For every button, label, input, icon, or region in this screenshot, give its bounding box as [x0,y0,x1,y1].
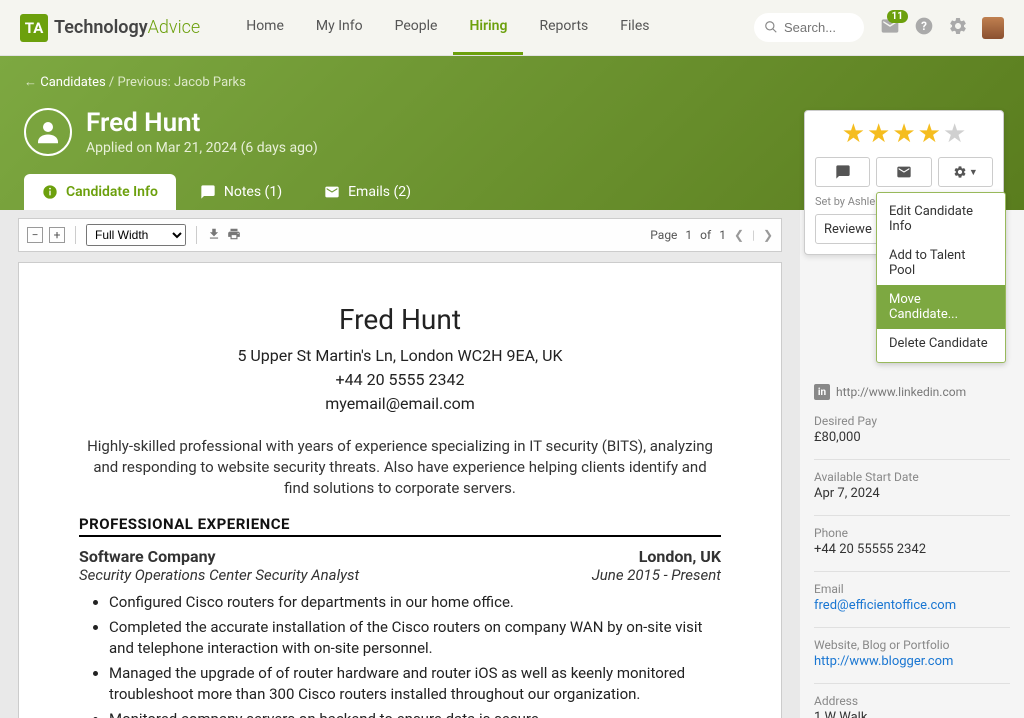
info-icon [42,184,58,200]
pdf-toolbar: − + Full Width Page 1 of 1 ❮ | ❯ [18,218,782,252]
resume-job-title: Security Operations Center Security Anal… [79,566,359,584]
star-3[interactable]: ★ [892,121,915,147]
resume-job-company: Software Company [79,547,216,566]
next-page-icon[interactable]: ❯ [763,228,773,242]
star-5[interactable]: ★ [943,121,966,147]
resume-name: Fred Hunt [79,303,721,336]
breadcrumb: ← Candidates / Previous: Jacob Parks [24,74,1000,90]
resume-document: Fred Hunt 5 Upper St Martin's Ln, London… [18,262,782,718]
tab-emails[interactable]: Emails (2) [306,174,429,210]
zoom-select[interactable]: Full Width [86,224,186,246]
linkedin-link[interactable]: http://www.linkedin.com [836,385,966,399]
resume-bullet: Managed the upgrade of of router hardwar… [109,663,721,705]
resume-bullet: Completed the accurate installation of t… [109,617,721,659]
availability-value: Apr 7, 2024 [814,486,1010,501]
comment-icon [200,184,216,200]
menu-add-talent-pool[interactable]: Add to Talent Pool [877,241,1005,285]
top-icons: 11 ? [880,16,1004,40]
tab-candidate-info[interactable]: Candidate Info [24,174,176,210]
address-line1: 1 W Walk [814,710,1010,718]
nav-reports[interactable]: Reports [523,0,604,55]
resume-job-dates: June 2015 - Present [592,566,721,584]
nav-links: Home My Info People Hiring Reports Files [230,0,665,55]
tab-notes[interactable]: Notes (1) [182,174,300,210]
zoom-out-button[interactable]: − [27,227,43,243]
nav-home[interactable]: Home [230,0,300,55]
star-2[interactable]: ★ [867,121,890,147]
page-total: 1 [719,228,726,242]
email-label: Email [814,582,1010,596]
tab-notes-label: Notes (1) [224,184,282,200]
svg-text:?: ? [921,19,927,33]
resume-section-heading: PROFESSIONAL EXPERIENCE [79,515,721,537]
logo-icon: TA [20,14,48,42]
linkedin-icon: in [814,384,830,400]
nav-files[interactable]: Files [604,0,665,55]
address-label: Address [814,694,1010,708]
page-of: of [700,228,711,242]
nav-people[interactable]: People [379,0,454,55]
gear-icon[interactable] [948,16,968,40]
candidate-actions-menu: Edit Candidate Info Add to Talent Pool M… [876,192,1006,363]
candidate-applied: Applied on Mar 21, 2024 (6 days ago) [86,140,318,156]
resume-bullet: Configured Cisco routers for departments… [109,592,721,613]
logo-text-1: Technology [54,17,148,38]
candidate-name: Fred Hunt [86,108,318,138]
desired-pay-value: £80,000 [814,430,1010,445]
settings-dropdown-button[interactable]: ▼ [938,157,993,187]
candidate-avatar [24,108,72,156]
star-rating[interactable]: ★ ★ ★ ★ ★ [815,121,993,147]
comment-button[interactable] [815,157,870,187]
resume-bullet: Monitored company servers on backend to … [109,709,721,718]
resume-email: myemail@email.com [79,392,721,416]
document-pane: − + Full Width Page 1 of 1 ❮ | ❯ Fred Hu… [0,210,800,718]
email-link[interactable]: fred@efficientoffice.com [814,598,956,613]
main-content: − + Full Width Page 1 of 1 ❮ | ❯ Fred Hu… [0,210,1024,718]
search-icon [764,20,778,38]
notification-badge: 11 [887,10,908,23]
search-box [754,13,864,42]
zoom-in-button[interactable]: + [49,227,65,243]
brand-logo[interactable]: TA TechnologyAdvice [20,14,200,42]
logo-text-2: Advice [148,17,201,38]
breadcrumb-candidates[interactable]: Candidates [40,75,105,90]
star-1[interactable]: ★ [842,121,865,147]
phone-label: Phone [814,526,1010,540]
inbox-icon[interactable]: 11 [880,16,900,40]
user-avatar[interactable] [982,17,1004,39]
menu-delete-candidate[interactable]: Delete Candidate [877,329,1005,358]
resume-summary: Highly-skilled professional with years o… [79,436,721,499]
availability-label: Available Start Date [814,470,1010,484]
page-current: 1 [685,228,692,242]
resume-address: 5 Upper St Martin's Ln, London WC2H 9EA,… [79,344,721,368]
nav-hiring[interactable]: Hiring [453,0,523,55]
status-label: Reviewe [824,222,872,237]
tab-candidate-info-label: Candidate Info [66,184,158,200]
menu-move-candidate[interactable]: Move Candidate... [877,285,1005,329]
top-bar: TA TechnologyAdvice Home My Info People … [0,0,1024,56]
star-4[interactable]: ★ [918,121,941,147]
website-link[interactable]: http://www.blogger.com [814,654,953,669]
nav-myinfo[interactable]: My Info [300,0,379,55]
tab-emails-label: Emails (2) [348,184,411,200]
desired-pay-label: Desired Pay [814,414,1010,428]
phone-value: +44 20 55555 2342 [814,542,1010,557]
website-label: Website, Blog or Portfolio [814,638,1010,652]
download-icon[interactable] [207,227,221,244]
prev-page-icon[interactable]: ❮ [734,228,744,242]
email-icon [324,184,340,200]
resume-phone: +44 20 5555 2342 [79,368,721,392]
breadcrumb-previous[interactable]: Previous: Jacob Parks [118,75,246,90]
back-arrow-icon[interactable]: ← [24,75,37,90]
page-label: Page [650,228,677,242]
help-icon[interactable]: ? [914,16,934,40]
email-button[interactable] [876,157,931,187]
print-icon[interactable] [227,227,241,244]
menu-edit-candidate[interactable]: Edit Candidate Info [877,197,1005,241]
resume-job-location: London, UK [639,547,721,566]
resume-bullets: Configured Cisco routers for departments… [109,592,721,718]
